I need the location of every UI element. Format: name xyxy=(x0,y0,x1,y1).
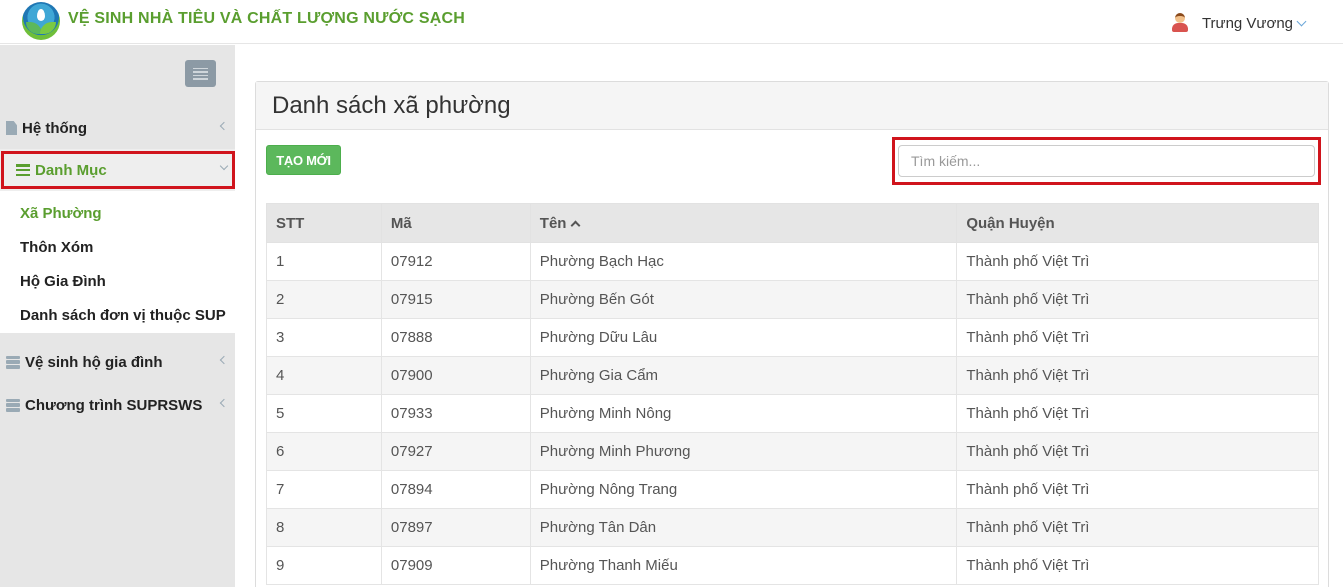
cell-stt: 1 xyxy=(266,242,382,281)
cell-quan-huyen: Thành phố Việt Trì xyxy=(956,394,1319,433)
cell-ten: Phường Dữu Lâu xyxy=(529,318,958,357)
cell-quan-huyen: Thành phố Việt Trì xyxy=(956,470,1319,509)
chevron-left-icon xyxy=(219,121,229,131)
sidebar-item-he-thong[interactable]: Hệ thống xyxy=(0,108,235,148)
cell-ma: 07900 xyxy=(380,356,531,395)
cell-stt: 6 xyxy=(266,432,382,471)
user-menu[interactable]: Trưng Vương xyxy=(1170,13,1307,33)
cell-ten: Phường Tân Dân xyxy=(529,508,958,547)
server-icon xyxy=(6,398,20,412)
table-row[interactable]: 9 07909 Phường Thanh Miếu Thành phố Việt Tr… xyxy=(266,546,1319,585)
xa-phuong-table: STT Mã Tên Quận Huyện 1 07912 Phường Bạch … xyxy=(266,203,1319,585)
cell-quan-huyen: Thành phố Việt Trì xyxy=(956,280,1319,319)
table-row[interactable]: 7 07894 Phường Nông Trang Thành phố Việt Tr… xyxy=(266,470,1319,509)
table-row[interactable]: 1 07912 Phường Bạch Hạc Thành phố Việt Trì xyxy=(266,242,1319,281)
cell-stt: 3 xyxy=(266,318,382,357)
cell-ma: 07933 xyxy=(380,394,531,433)
cell-stt: 2 xyxy=(266,280,382,319)
cell-quan-huyen: Thành phố Việt Trì xyxy=(956,318,1319,357)
table-row[interactable]: 5 07933 Phường Minh Nông Thành phố Việt Trì xyxy=(266,394,1319,433)
column-header-ten[interactable]: Tên xyxy=(529,203,958,243)
cell-stt: 5 xyxy=(266,394,382,433)
search-input[interactable] xyxy=(898,145,1315,177)
sidebar-item-label: Vệ sinh hộ gia đình xyxy=(25,353,163,371)
chevron-down-icon xyxy=(1296,16,1307,26)
sort-ascending-icon xyxy=(571,220,581,230)
cell-ten: Phường Bạch Hạc xyxy=(529,242,958,281)
cell-stt: 9 xyxy=(266,546,382,585)
column-header-stt[interactable]: STT xyxy=(266,203,382,243)
danh-muc-submenu: Xã Phường Thôn Xóm Hộ Gia Đình Danh sách… xyxy=(0,191,235,333)
submenu-item-xa-phuong[interactable]: Xã Phường xyxy=(20,205,102,222)
submenu-item-thon-xom[interactable]: Thôn Xóm xyxy=(20,239,93,256)
server-icon xyxy=(6,355,20,369)
create-button[interactable]: TẠO MỚI xyxy=(266,145,341,175)
cell-stt: 4 xyxy=(266,356,382,395)
cell-quan-huyen: Thành phố Việt Trì xyxy=(956,546,1319,585)
logo-leaf-right xyxy=(40,22,56,34)
sidebar-item-ve-sinh-ho-gia-dinh[interactable]: Vệ sinh hộ gia đình xyxy=(0,342,235,382)
cell-ma: 07927 xyxy=(380,432,531,471)
column-header-quan-huyen[interactable]: Quận Huyện xyxy=(956,203,1319,243)
panel-header: Danh sách xã phường xyxy=(256,82,1328,130)
logo-drop-shape xyxy=(37,9,45,21)
cell-ten: Phường Minh Phương xyxy=(529,432,958,471)
app-logo[interactable] xyxy=(22,2,60,40)
cell-ten: Phường Thanh Miếu xyxy=(529,546,958,585)
user-name: Trưng Vương xyxy=(1201,14,1293,32)
search-highlight xyxy=(892,137,1321,185)
chevron-left-icon xyxy=(219,355,229,365)
main-panel: Danh sách xã phường TẠO MỚI STT Mã Tên Q… xyxy=(255,81,1329,587)
cell-quan-huyen: Thành phố Việt Trì xyxy=(956,356,1319,395)
page-title: Danh sách xã phường xyxy=(272,92,511,119)
submenu-item-don-vi-sup[interactable]: Danh sách đơn vị thuộc SUP xyxy=(20,307,226,324)
table-row[interactable]: 4 07900 Phường Gia Cẩm Thành phố Việt Trì xyxy=(266,356,1319,395)
cell-ma: 07897 xyxy=(380,508,531,547)
cell-ma: 07912 xyxy=(380,242,531,281)
table-row[interactable]: 6 07927 Phường Minh Phương Thành phố Việt T… xyxy=(266,432,1319,471)
cell-quan-huyen: Thành phố Việt Trì xyxy=(956,242,1319,281)
cell-ten: Phường Bến Gót xyxy=(529,280,958,319)
cell-ma: 07888 xyxy=(380,318,531,357)
table-row[interactable]: 8 07897 Phường Tân Dân Thành phố Việt Trì xyxy=(266,508,1319,547)
app-title[interactable]: VỆ SINH NHÀ TIÊU VÀ CHẤT LƯỢNG NƯỚC SẠCH xyxy=(68,10,465,28)
cell-ma: 07894 xyxy=(380,470,531,509)
submenu-item-ho-gia-dinh[interactable]: Hộ Gia Đình xyxy=(20,273,106,290)
cell-stt: 7 xyxy=(266,470,382,509)
cell-quan-huyen: Thành phố Việt Trì xyxy=(956,508,1319,547)
active-item-highlight xyxy=(1,151,235,189)
cell-ten: Phường Gia Cẩm xyxy=(529,356,958,395)
cell-stt: 8 xyxy=(266,508,382,547)
top-header: VỆ SINH NHÀ TIÊU VÀ CHẤT LƯỢNG NƯỚC SẠCH… xyxy=(0,0,1343,44)
cell-ten: Phường Minh Nông xyxy=(529,394,958,433)
table-header-row: STT Mã Tên Quận Huyện xyxy=(266,203,1319,243)
table-row[interactable]: 3 07888 Phường Dữu Lâu Thành phố Việt Trì xyxy=(266,318,1319,357)
column-header-ma[interactable]: Mã xyxy=(380,203,531,243)
cell-ma: 07909 xyxy=(380,546,531,585)
sidebar-item-chuong-trinh-suprsws[interactable]: Chương trình SUPRSWS xyxy=(0,385,235,425)
chevron-left-icon xyxy=(219,398,229,408)
table-row[interactable]: 2 07915 Phường Bến Gót Thành phố Việt Trì xyxy=(266,280,1319,319)
sidebar-toggle-button[interactable] xyxy=(185,60,216,87)
cell-quan-huyen: Thành phố Việt Trì xyxy=(956,432,1319,471)
sidebar: Hệ thống Danh Mục Xã Phường Thôn Xóm Hộ … xyxy=(0,45,235,587)
sidebar-item-label: Hệ thống xyxy=(22,119,87,137)
user-avatar-icon xyxy=(1170,13,1190,33)
file-icon xyxy=(6,121,17,135)
table-body: 1 07912 Phường Bạch Hạc Thành phố Việt Trì 2… xyxy=(266,242,1319,585)
sidebar-item-label: Chương trình SUPRSWS xyxy=(25,396,203,414)
cell-ten: Phường Nông Trang xyxy=(529,470,958,509)
cell-ma: 07915 xyxy=(380,280,531,319)
